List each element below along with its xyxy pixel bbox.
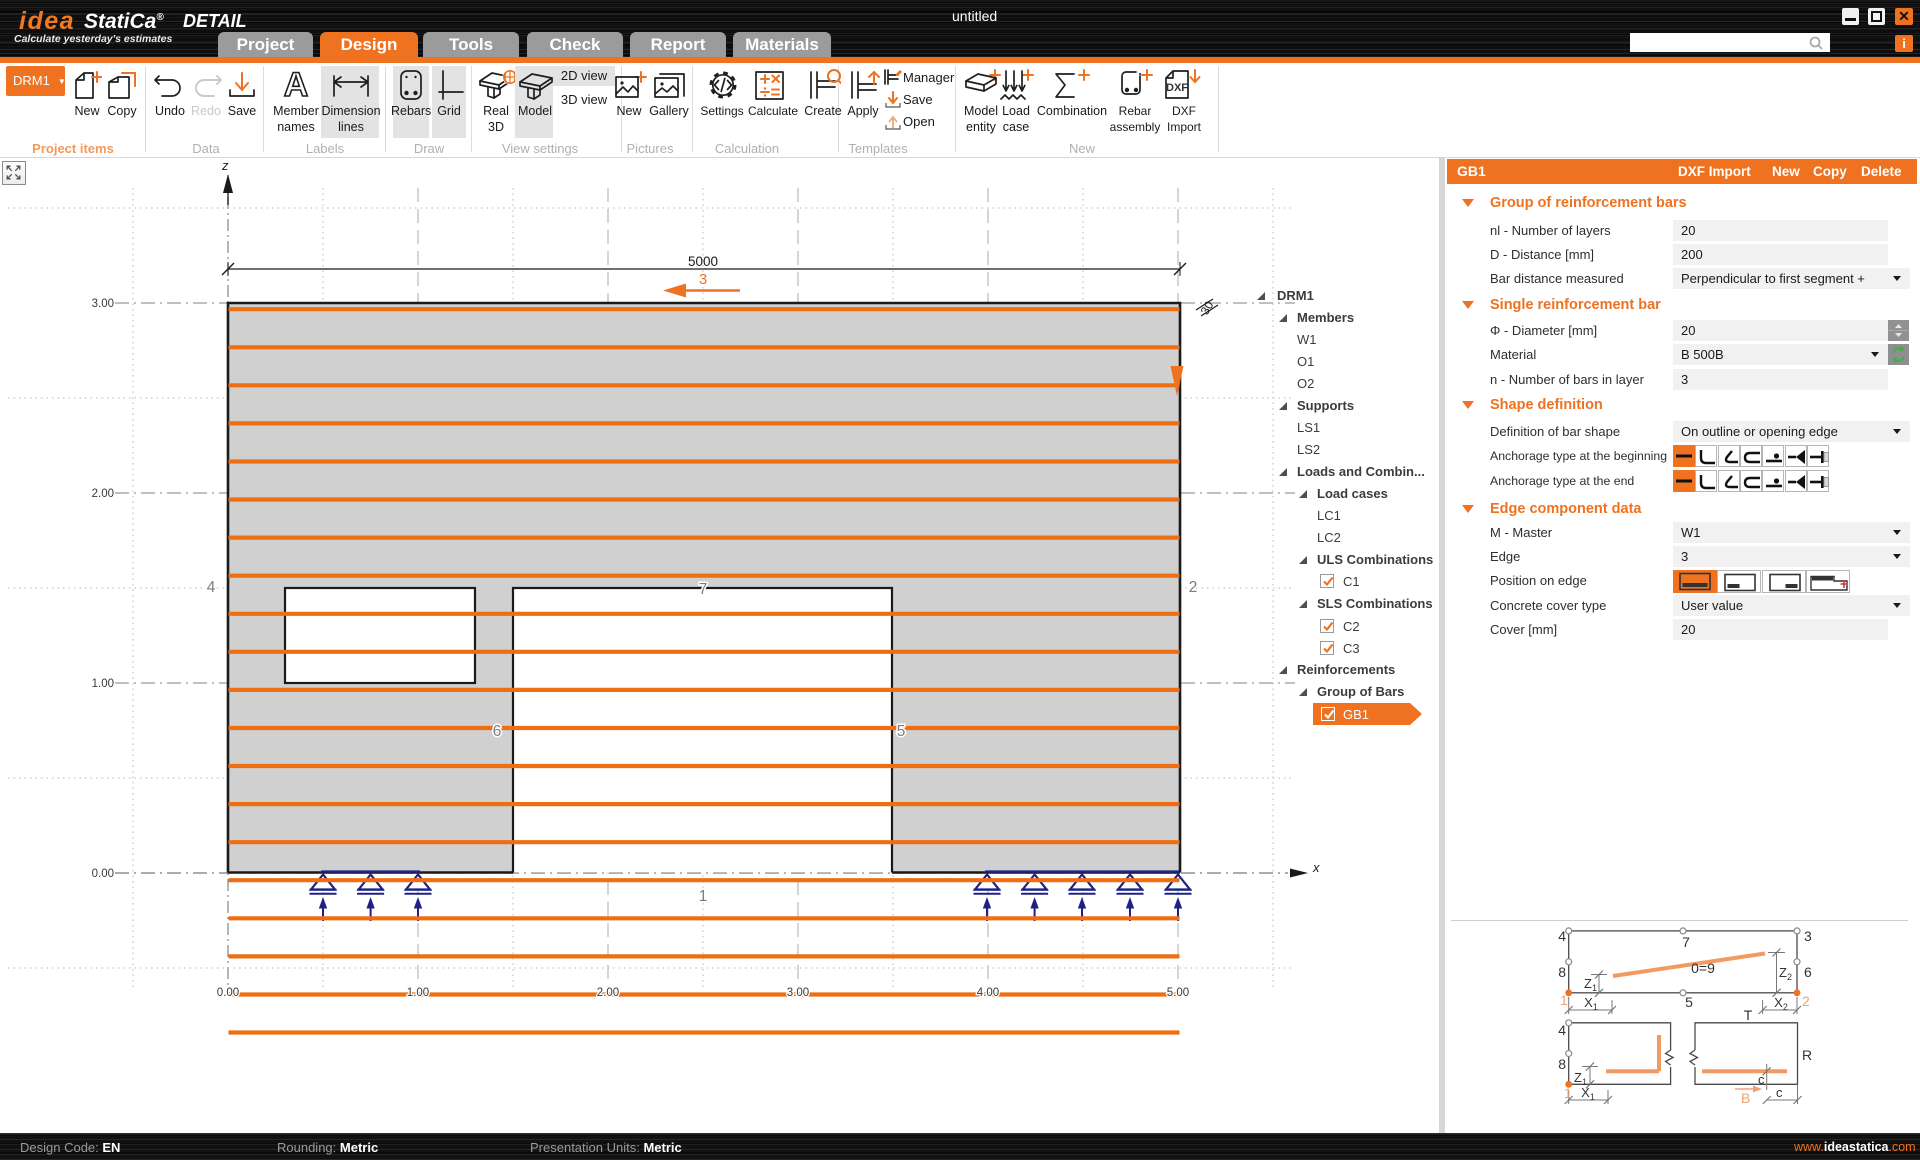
svg-text:4: 4	[1558, 928, 1566, 944]
svg-text:2: 2	[1189, 579, 1198, 596]
svg-text:4: 4	[207, 579, 216, 596]
svg-text:3.00: 3.00	[92, 298, 114, 310]
svg-text:3.00: 3.00	[787, 987, 809, 999]
svg-text:z: z	[221, 158, 229, 173]
svg-text:B: B	[1741, 1090, 1750, 1106]
svg-text:3: 3	[1804, 928, 1812, 944]
svg-text:7: 7	[699, 581, 708, 598]
svg-text:c: c	[1776, 1085, 1783, 1100]
svg-text:DXF: DXF	[1166, 82, 1188, 94]
svg-text:R: R	[1802, 1047, 1812, 1063]
svg-text:X1: X1	[1584, 995, 1598, 1012]
svg-text:T: T	[1744, 1007, 1753, 1023]
svg-text:6: 6	[493, 723, 502, 740]
svg-text:x: x	[1312, 860, 1320, 875]
svg-text:6: 6	[1804, 964, 1812, 980]
svg-text:1.00: 1.00	[407, 987, 429, 999]
svg-text:A: A	[284, 68, 309, 102]
svg-text:0.00: 0.00	[217, 987, 239, 999]
svg-text:4: 4	[1558, 1022, 1566, 1038]
svg-text:1: 1	[1560, 992, 1568, 1008]
svg-text:1.00: 1.00	[92, 678, 114, 690]
svg-text:5.00: 5.00	[1167, 987, 1189, 999]
svg-text:X1: X1	[1581, 1085, 1595, 1102]
svg-text:1: 1	[1564, 1085, 1572, 1101]
svg-text:4.00: 4.00	[977, 987, 999, 999]
svg-text:Z2: Z2	[1779, 965, 1792, 982]
svg-text:8: 8	[1558, 1056, 1566, 1072]
svg-text:3: 3	[699, 271, 707, 288]
svg-text:2.00: 2.00	[597, 987, 619, 999]
svg-text:0.00: 0.00	[92, 868, 114, 880]
svg-text:5: 5	[897, 723, 906, 740]
svg-text:X2: X2	[1774, 995, 1788, 1012]
svg-text:2.00: 2.00	[92, 488, 114, 500]
svg-text:c: c	[1758, 1072, 1765, 1087]
svg-text:5000: 5000	[688, 254, 718, 269]
svg-text:8: 8	[1558, 964, 1566, 980]
svg-text:0=9: 0=9	[1691, 960, 1715, 976]
svg-text:1: 1	[699, 888, 708, 905]
svg-text:5: 5	[1685, 994, 1693, 1010]
svg-text:2: 2	[1802, 993, 1810, 1009]
svg-text:7: 7	[1682, 934, 1690, 950]
